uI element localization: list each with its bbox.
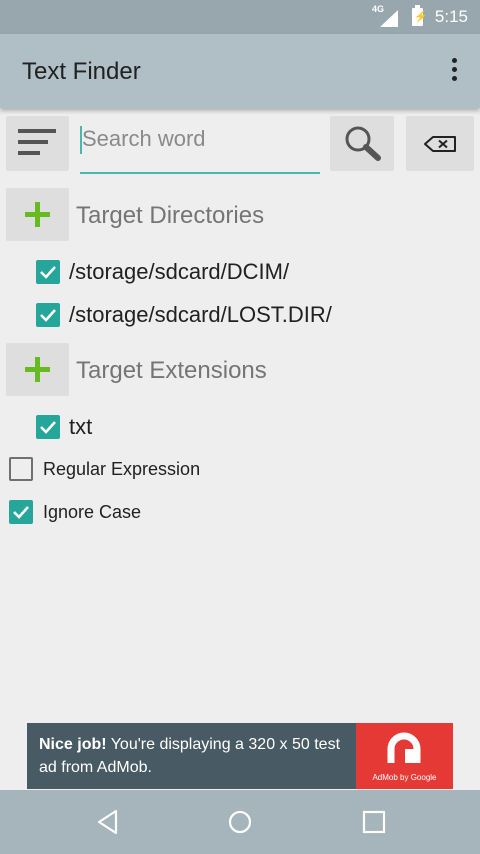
extension-label: txt (69, 414, 93, 439)
search-input[interactable]: Search word (80, 114, 320, 174)
ad-bold-text: Nice job! (39, 736, 107, 753)
target-extensions-label: Target Extensions (76, 357, 267, 384)
overflow-menu-icon[interactable] (452, 58, 458, 84)
home-icon[interactable] (226, 808, 254, 836)
search-icon (345, 126, 381, 161)
admob-logo: AdMob by Google (356, 723, 453, 789)
signal-icon (380, 10, 398, 27)
clear-search-button[interactable] (406, 116, 474, 171)
ad-banner[interactable]: Nice job! You're displaying a 320 x 50 t… (27, 723, 453, 789)
clock: 5:15 (434, 7, 468, 26)
app-title: Text Finder (22, 58, 141, 85)
navigation-bar (0, 790, 480, 854)
ignore-case-label: Ignore Case (43, 502, 142, 522)
directory-checkbox-lostdir[interactable] (36, 303, 60, 327)
drawer-menu-button[interactable] (6, 116, 69, 171)
status-bar: 4G ⚡ 5:15 (0, 0, 480, 34)
directory-checkbox-dcim[interactable] (36, 260, 60, 284)
add-extension-button[interactable] (6, 343, 69, 396)
admob-icon (387, 732, 421, 763)
add-directory-button[interactable] (6, 188, 69, 241)
admob-caption: AdMob by Google (372, 773, 437, 782)
recents-icon[interactable] (360, 808, 388, 836)
backspace-icon (424, 136, 456, 152)
search-placeholder: Search word (82, 126, 206, 151)
battery-charging-icon: ⚡ (412, 5, 428, 26)
target-directories-label: Target Directories (76, 202, 265, 229)
directory-path: /storage/sdcard/DCIM/ (69, 259, 290, 284)
directory-path: /storage/sdcard/LOST.DIR/ (69, 302, 332, 327)
regex-checkbox[interactable] (9, 457, 33, 481)
back-icon[interactable] (94, 808, 122, 836)
hamburger-icon (18, 129, 56, 133)
ignore-case-checkbox[interactable] (9, 500, 33, 524)
extension-checkbox-txt[interactable] (36, 415, 60, 439)
ad-text: Nice job! You're displaying a 320 x 50 t… (39, 733, 349, 779)
regex-label: Regular Expression (43, 459, 201, 479)
app-bar: Text Finder (0, 34, 480, 108)
search-button[interactable] (330, 116, 394, 171)
